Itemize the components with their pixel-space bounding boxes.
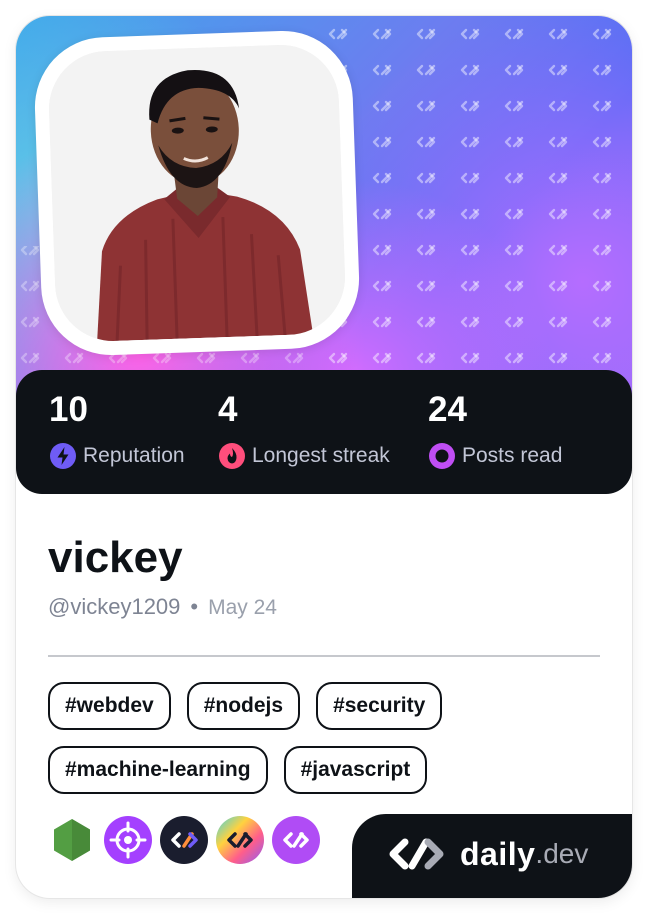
crosshair-icon[interactable] bbox=[104, 816, 152, 864]
meta-separator: • bbox=[190, 594, 199, 619]
tag-row: #machine-learning #javascript bbox=[48, 746, 608, 794]
tag-nodejs[interactable]: #nodejs bbox=[186, 682, 301, 730]
brand-wordmark: daily bbox=[460, 835, 536, 872]
eye-icon bbox=[428, 442, 456, 470]
purple-link-icon[interactable] bbox=[272, 816, 320, 864]
reputation-label: Reputation bbox=[83, 444, 185, 467]
stat-longest-streak: 4 Longest streak bbox=[218, 388, 390, 470]
avatar-frame bbox=[32, 28, 362, 358]
tag-row: #webdev #nodejs #security bbox=[48, 682, 608, 730]
flame-icon bbox=[218, 442, 246, 470]
posts-read-label: Posts read bbox=[462, 444, 563, 467]
rainbow-link-icon[interactable] bbox=[216, 816, 264, 864]
tag-security[interactable]: #security bbox=[316, 682, 443, 730]
tag-javascript[interactable]: #javascript bbox=[283, 746, 428, 794]
divider bbox=[48, 655, 600, 657]
tag-webdev[interactable]: #webdev bbox=[48, 682, 171, 730]
squad-list bbox=[48, 816, 320, 864]
bolt-icon bbox=[49, 442, 77, 470]
tag-list: #webdev #nodejs #security #machine-learn… bbox=[48, 682, 608, 810]
joined-date: May 24 bbox=[208, 596, 277, 619]
longest-streak-value: 4 bbox=[218, 390, 238, 429]
nodejs-hexagon-icon[interactable] bbox=[48, 816, 96, 864]
profile-photo[interactable] bbox=[47, 43, 347, 343]
daily-dev-branding[interactable]: daily .dev bbox=[352, 814, 632, 898]
longest-streak-label: Longest streak bbox=[252, 444, 390, 467]
dark-link-icon[interactable] bbox=[160, 816, 208, 864]
daily-dev-logo-icon bbox=[389, 838, 444, 870]
user-handle[interactable]: @vickey1209 bbox=[48, 594, 180, 620]
brand-suffix: .dev bbox=[535, 838, 589, 869]
reputation-value: 10 bbox=[49, 390, 88, 429]
user-name: vickey bbox=[48, 533, 183, 582]
user-meta: @vickey1209 • May 24 bbox=[48, 594, 277, 620]
stats-panel: 10 Reputation 4 Longest streak 24 Posts … bbox=[16, 370, 632, 494]
devcard: 10 Reputation 4 Longest streak 24 Posts … bbox=[16, 16, 632, 898]
stat-posts-read: 24 Posts read bbox=[428, 388, 562, 470]
cover-background bbox=[16, 16, 632, 396]
tag-machine-learning[interactable]: #machine-learning bbox=[48, 746, 268, 794]
posts-read-value: 24 bbox=[428, 390, 467, 429]
stat-reputation: 10 Reputation bbox=[49, 388, 185, 470]
